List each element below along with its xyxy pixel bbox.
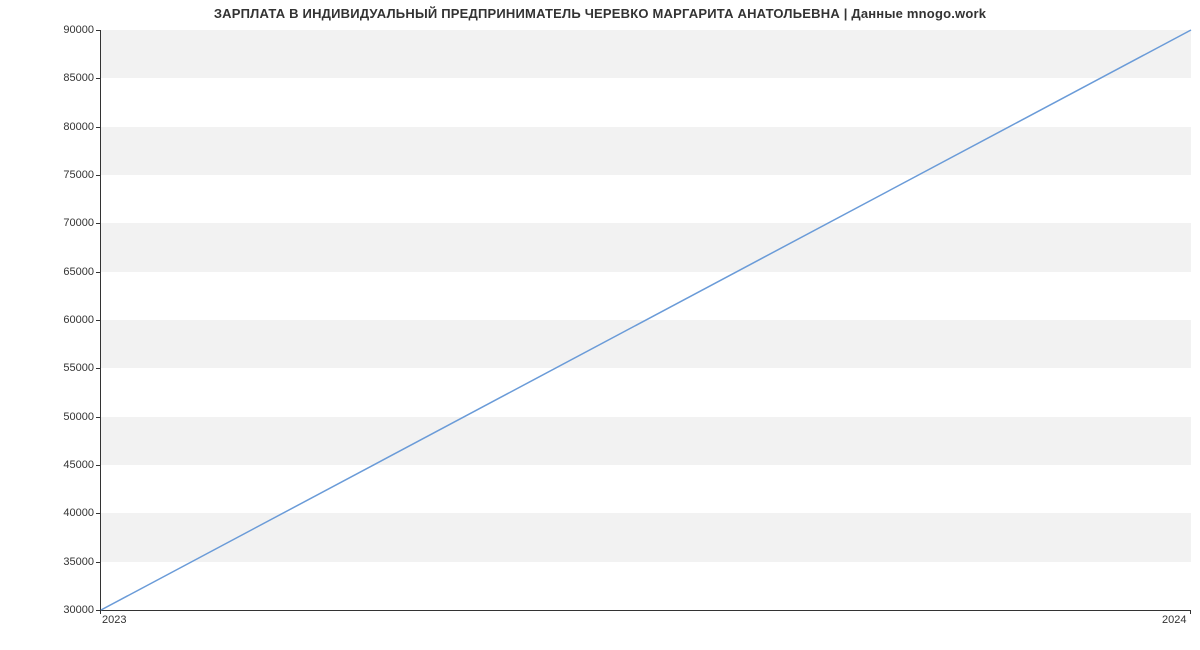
y-tick-label: 85000: [4, 72, 94, 84]
y-tick-mark: [96, 465, 100, 466]
y-tick-label: 90000: [4, 24, 94, 36]
y-tick-mark: [96, 272, 100, 273]
y-tick-mark: [96, 417, 100, 418]
y-tick-mark: [96, 127, 100, 128]
x-tick-mark: [100, 610, 101, 614]
y-tick-label: 40000: [4, 507, 94, 519]
y-tick-label: 70000: [4, 217, 94, 229]
data-line: [101, 30, 1191, 610]
y-tick-label: 45000: [4, 459, 94, 471]
y-tick-label: 80000: [4, 121, 94, 133]
x-tick-label: 2024: [1162, 614, 1186, 626]
x-tick-label: 2023: [102, 614, 126, 626]
y-tick-mark: [96, 562, 100, 563]
y-tick-label: 60000: [4, 314, 94, 326]
chart-container: ЗАРПЛАТА В ИНДИВИДУАЛЬНЫЙ ПРЕДПРИНИМАТЕЛ…: [0, 0, 1200, 650]
y-tick-label: 30000: [4, 604, 94, 616]
x-tick-mark: [1190, 610, 1191, 614]
y-tick-label: 35000: [4, 556, 94, 568]
chart-line-svg: [101, 30, 1191, 610]
y-tick-mark: [96, 30, 100, 31]
y-tick-mark: [96, 78, 100, 79]
chart-title: ЗАРПЛАТА В ИНДИВИДУАЛЬНЫЙ ПРЕДПРИНИМАТЕЛ…: [0, 6, 1200, 21]
y-tick-mark: [96, 223, 100, 224]
y-tick-mark: [96, 175, 100, 176]
y-tick-label: 55000: [4, 362, 94, 374]
y-tick-mark: [96, 320, 100, 321]
y-tick-mark: [96, 368, 100, 369]
plot-area: [100, 30, 1191, 611]
y-tick-label: 65000: [4, 266, 94, 278]
y-tick-mark: [96, 513, 100, 514]
y-tick-label: 50000: [4, 411, 94, 423]
y-tick-label: 75000: [4, 169, 94, 181]
